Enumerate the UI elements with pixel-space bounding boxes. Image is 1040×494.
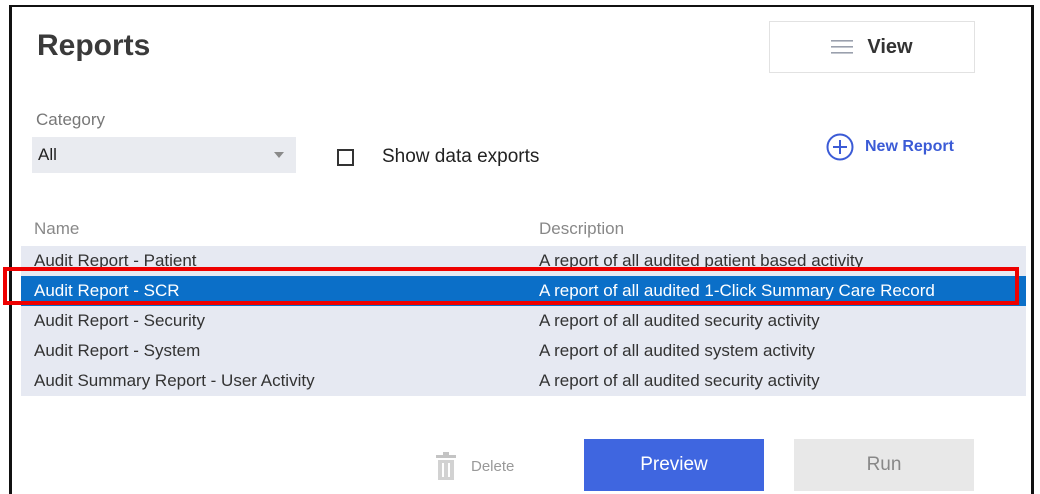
row-name: Audit Report - Security — [34, 311, 206, 330]
table-row[interactable]: Audit Report - System A report of all au… — [21, 336, 1026, 366]
run-button[interactable]: Run — [794, 439, 974, 491]
view-button-label: View — [867, 35, 913, 58]
reports-panel: Reports View Category All Show data expo… — [9, 5, 1034, 494]
column-header-description[interactable]: Description — [539, 219, 624, 239]
row-name: Audit Summary Report - User Activity — [34, 371, 315, 390]
column-header-name[interactable]: Name — [34, 219, 79, 239]
trash-icon — [436, 452, 456, 480]
plus-circle-icon — [826, 133, 854, 161]
new-report-button[interactable]: New Report — [825, 132, 954, 162]
show-data-exports-label: Show data exports — [382, 146, 540, 167]
chevron-down-icon — [274, 152, 284, 158]
category-label: Category — [36, 110, 105, 129]
table-row-selected[interactable]: Audit Report - SCR A report of all audit… — [21, 276, 1026, 306]
row-description: A report of all audited 1-Click Summary … — [539, 281, 935, 300]
reports-table: Audit Report - Patient A report of all a… — [21, 246, 1026, 396]
row-name: Audit Report - System — [34, 341, 201, 360]
table-row[interactable]: Audit Report - Security A report of all … — [21, 306, 1026, 336]
preview-button[interactable]: Preview — [584, 439, 764, 491]
row-description: A report of all audited system activity — [539, 341, 815, 360]
row-description: A report of all audited security activit… — [539, 371, 820, 390]
view-button[interactable]: View — [769, 21, 975, 73]
row-name: Audit Report - Patient — [34, 251, 197, 270]
show-data-exports-checkbox[interactable] — [337, 148, 354, 166]
new-report-label: New Report — [865, 138, 954, 155]
show-data-exports-toggle[interactable]: Show data exports — [337, 146, 539, 168]
table-row[interactable]: Audit Summary Report - User Activity A r… — [21, 366, 1026, 396]
delete-label: Delete — [471, 457, 515, 475]
table-header: Name Description — [12, 219, 1031, 245]
list-icon — [831, 40, 854, 54]
row-name: Audit Report - SCR — [34, 281, 180, 300]
row-description: A report of all audited patient based ac… — [539, 251, 864, 270]
delete-button[interactable]: Delete — [435, 452, 514, 480]
table-row[interactable]: Audit Report - Patient A report of all a… — [21, 246, 1026, 276]
category-value: All — [38, 145, 57, 164]
page-title: Reports — [37, 29, 151, 62]
row-description: A report of all audited security activit… — [539, 311, 820, 330]
category-select[interactable]: All — [32, 137, 296, 173]
